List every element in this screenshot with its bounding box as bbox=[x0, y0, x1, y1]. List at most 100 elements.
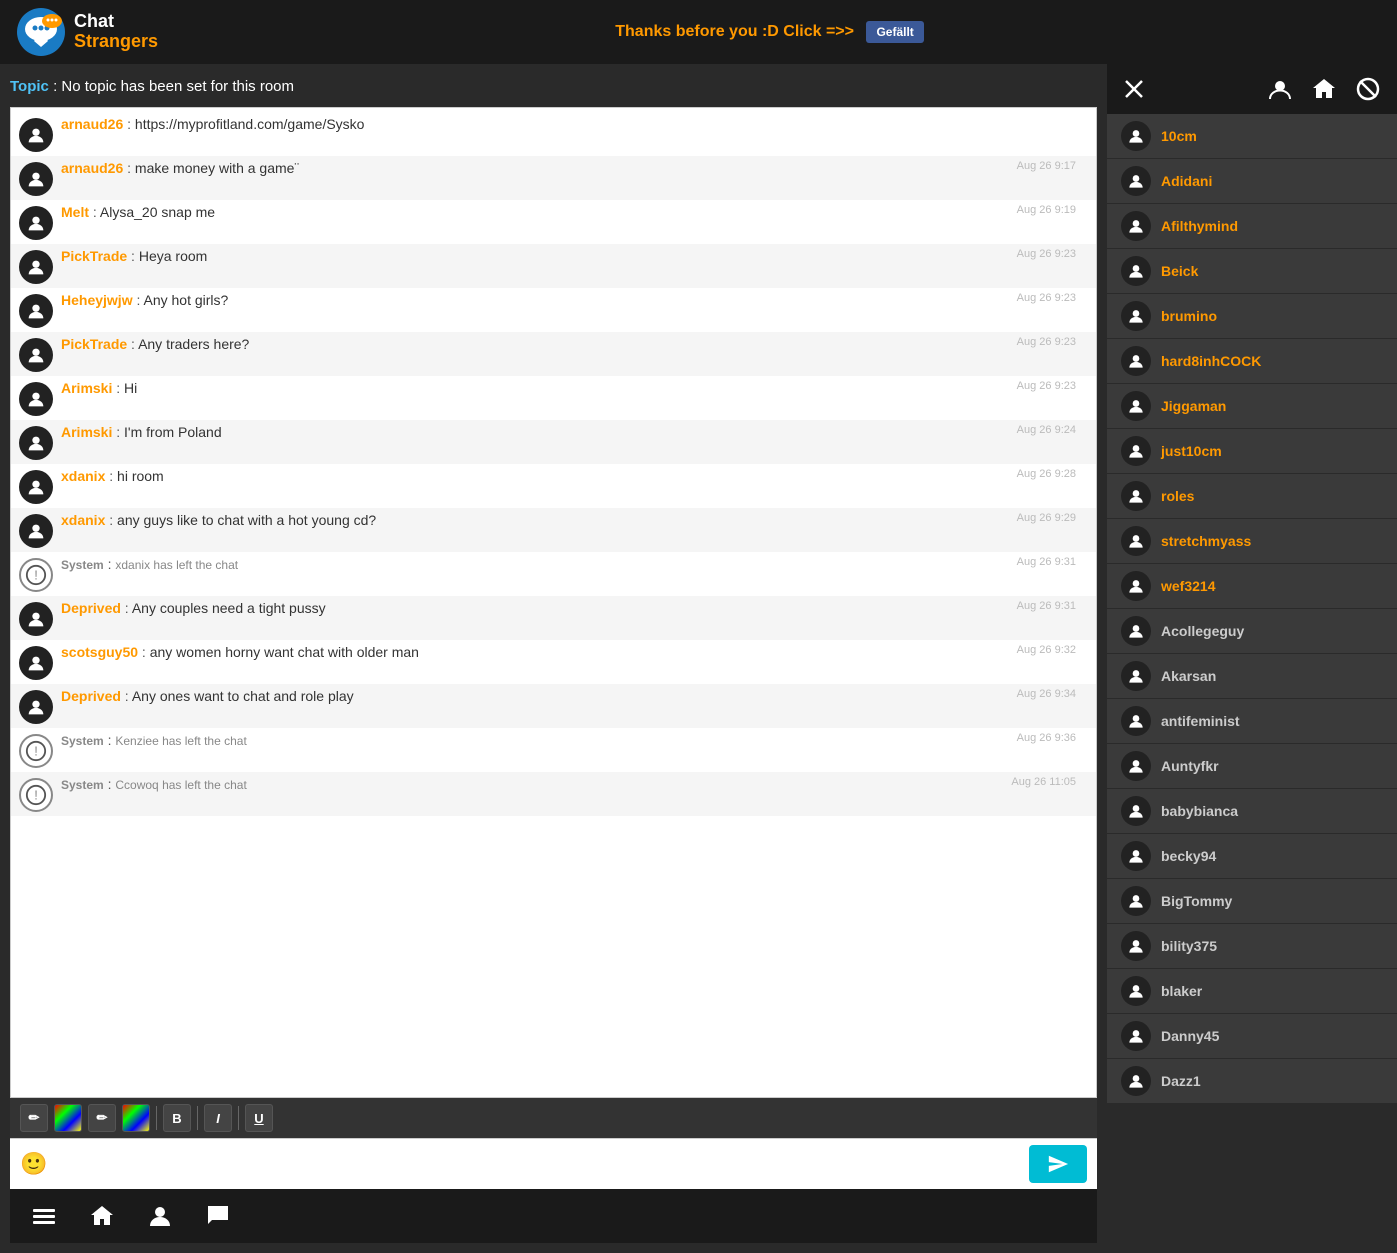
message-sep: : bbox=[89, 204, 100, 220]
nav-home-btn[interactable] bbox=[88, 1202, 116, 1230]
message-username[interactable]: arnaud26 bbox=[61, 160, 123, 176]
sidebar-user-item[interactable]: stretchmyass bbox=[1107, 519, 1397, 564]
sidebar-user-item[interactable]: just10cm bbox=[1107, 429, 1397, 474]
edit-btn[interactable]: ✏ bbox=[20, 1104, 48, 1132]
message-username[interactable]: System bbox=[61, 734, 104, 748]
nav-user-btn[interactable] bbox=[146, 1202, 174, 1230]
message-content: System : Ccowoq has left the chat bbox=[61, 776, 1088, 794]
message-content: System : xdanix has left the chat bbox=[61, 556, 1088, 574]
sidebar-user-item[interactable]: Adidani bbox=[1107, 159, 1397, 204]
message-content: Deprived : Any couples need a tight puss… bbox=[61, 600, 1088, 618]
message-username[interactable]: Melt bbox=[61, 204, 89, 220]
message-text: any guys like to chat with a hot young c… bbox=[117, 512, 376, 528]
toolbar-sep-3 bbox=[238, 1106, 239, 1130]
message-row: PickTrade : Any traders here?Aug 26 9:23 bbox=[11, 332, 1096, 376]
message-username[interactable]: arnaud26 bbox=[61, 116, 123, 132]
sidebar-user-item[interactable]: antifeminist bbox=[1107, 699, 1397, 744]
send-btn[interactable] bbox=[1029, 1145, 1087, 1183]
sidebar-user-item[interactable]: Afilthymind bbox=[1107, 204, 1397, 249]
sidebar-user-item[interactable]: BigTommy bbox=[1107, 879, 1397, 924]
sidebar-user-item[interactable]: Acollegeguy bbox=[1107, 609, 1397, 654]
chat-box[interactable]: arnaud26 : https://myprofitland.com/game… bbox=[10, 107, 1097, 1098]
sidebar-block-icon[interactable] bbox=[1355, 76, 1381, 102]
close-btn[interactable] bbox=[1123, 78, 1145, 100]
message-content: Deprived : Any ones want to chat and rol… bbox=[61, 688, 1088, 706]
chat-toolbar: ✏ ✏ B I U bbox=[10, 1098, 1097, 1138]
message-username[interactable]: xdanix bbox=[61, 468, 105, 484]
emoji-btn[interactable]: 🙂 bbox=[20, 1151, 47, 1177]
chat-input[interactable] bbox=[55, 1156, 1021, 1173]
sidebar-user-item[interactable]: hard8inhCOCK bbox=[1107, 339, 1397, 384]
message-time: Aug 26 9:24 bbox=[1017, 424, 1076, 436]
message-time: Aug 26 9:28 bbox=[1017, 468, 1076, 480]
send-icon bbox=[1047, 1153, 1069, 1175]
message-row: Heheyjwjw : Any hot girls?Aug 26 9:23 bbox=[11, 288, 1096, 332]
sidebar-user-icon[interactable] bbox=[1267, 76, 1293, 102]
avatar bbox=[19, 118, 53, 152]
sidebar-user-avatar bbox=[1121, 301, 1151, 331]
message-username[interactable]: PickTrade bbox=[61, 336, 127, 352]
italic-btn[interactable]: I bbox=[204, 1104, 232, 1132]
sidebar-user-item[interactable]: babybianca bbox=[1107, 789, 1397, 834]
sidebar-user-avatar bbox=[1121, 976, 1151, 1006]
sidebar-user-item[interactable]: blaker bbox=[1107, 969, 1397, 1014]
message-time: Aug 26 9:36 bbox=[1017, 732, 1076, 744]
sidebar-user-item[interactable]: Jiggaman bbox=[1107, 384, 1397, 429]
message-username[interactable]: System bbox=[61, 778, 104, 792]
avatar bbox=[19, 294, 53, 328]
sidebar-user-item[interactable]: bility375 bbox=[1107, 924, 1397, 969]
bold-btn[interactable]: B bbox=[163, 1104, 191, 1132]
message-content: PickTrade : Any traders here? bbox=[61, 336, 1088, 354]
promo-text: Thanks before you :D Click =>> bbox=[615, 23, 854, 40]
message-time: Aug 26 9:29 bbox=[1017, 512, 1076, 524]
message-username[interactable]: scotsguy50 bbox=[61, 644, 138, 660]
sidebar-username: blaker bbox=[1161, 983, 1202, 999]
sidebar-user-item[interactable]: roles bbox=[1107, 474, 1397, 519]
sidebar-user-item[interactable]: Danny45 bbox=[1107, 1014, 1397, 1059]
sidebar-user-item[interactable]: brumino bbox=[1107, 294, 1397, 339]
message-text: Any hot girls? bbox=[144, 292, 229, 308]
message-username[interactable]: System bbox=[61, 558, 104, 572]
sidebar-username: antifeminist bbox=[1161, 713, 1240, 729]
message-row: Melt : Alysa_20 snap meAug 26 9:19 bbox=[11, 200, 1096, 244]
sidebar-user-item[interactable]: Auntyfkr bbox=[1107, 744, 1397, 789]
nav-menu-btn[interactable] bbox=[30, 1202, 58, 1230]
sidebar-user-avatar bbox=[1121, 1021, 1151, 1051]
message-text: Any couples need a tight pussy bbox=[132, 600, 326, 616]
message-time: Aug 26 9:31 bbox=[1017, 556, 1076, 568]
nav-chat-btn[interactable] bbox=[204, 1202, 232, 1230]
sidebar-username: roles bbox=[1161, 488, 1194, 504]
message-text: I'm from Poland bbox=[124, 424, 222, 440]
sidebar-home-icon[interactable] bbox=[1311, 76, 1337, 102]
sidebar-username: Akarsan bbox=[1161, 668, 1216, 684]
close-icon bbox=[1123, 78, 1145, 100]
message-username[interactable]: xdanix bbox=[61, 512, 105, 528]
sidebar-username: hard8inhCOCK bbox=[1161, 353, 1261, 369]
fb-like-btn[interactable]: Gefällt bbox=[866, 21, 923, 43]
color-btn-1[interactable] bbox=[54, 1104, 82, 1132]
edit-btn-2[interactable]: ✏ bbox=[88, 1104, 116, 1132]
sidebar-username: Acollegeguy bbox=[1161, 623, 1244, 639]
sidebar-top-icons bbox=[1267, 76, 1381, 102]
message-username[interactable]: PickTrade bbox=[61, 248, 127, 264]
sidebar-user-item[interactable]: becky94 bbox=[1107, 834, 1397, 879]
message-sep: : bbox=[133, 292, 144, 308]
color-btn-2[interactable] bbox=[122, 1104, 150, 1132]
message-username[interactable]: Deprived bbox=[61, 600, 121, 616]
logo: Chat Strangers bbox=[16, 7, 158, 57]
sidebar-user-avatar bbox=[1121, 616, 1151, 646]
underline-btn[interactable]: U bbox=[245, 1104, 273, 1132]
message-sep: : bbox=[112, 424, 124, 440]
sidebar-user-item[interactable]: 10cm bbox=[1107, 114, 1397, 159]
sidebar-user-item[interactable]: Dazz1 bbox=[1107, 1059, 1397, 1104]
message-username[interactable]: Arimski bbox=[61, 424, 112, 440]
message-username[interactable]: Deprived bbox=[61, 688, 121, 704]
message-username[interactable]: Heheyjwjw bbox=[61, 292, 133, 308]
message-sep: : bbox=[121, 688, 132, 704]
sidebar-user-list[interactable]: 10cmAdidaniAfilthymindBeickbrumino hard8i… bbox=[1107, 114, 1397, 1253]
sidebar-user-avatar bbox=[1121, 1066, 1151, 1096]
sidebar-user-item[interactable]: Akarsan bbox=[1107, 654, 1397, 699]
sidebar-user-item[interactable]: wef3214 bbox=[1107, 564, 1397, 609]
sidebar-user-item[interactable]: Beick bbox=[1107, 249, 1397, 294]
message-username[interactable]: Arimski bbox=[61, 380, 112, 396]
